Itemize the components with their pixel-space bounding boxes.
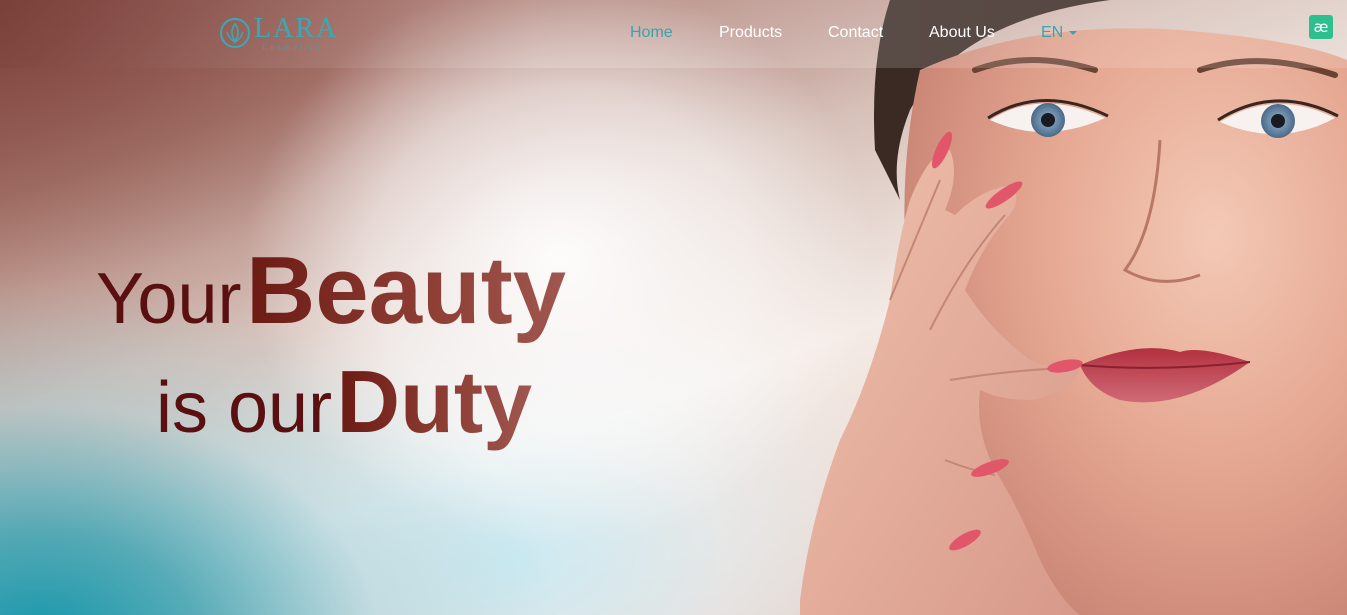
- headline-word-beauty: Beauty: [245, 237, 567, 344]
- hero-headline-line-2: is our Duty: [156, 352, 532, 478]
- nav-about-us-link[interactable]: About Us: [929, 24, 995, 42]
- logo-tagline: Cosmetics: [262, 42, 322, 52]
- top-navbar: LARA Cosmetics Home Products Contact Abo…: [0, 0, 1347, 68]
- brand-logo[interactable]: LARA Cosmetics: [218, 12, 348, 56]
- extension-icon[interactable]: æ: [1309, 15, 1333, 39]
- headline-word-your: Your: [96, 259, 242, 339]
- hero-banner: LARA Cosmetics Home Products Contact Abo…: [0, 0, 1347, 615]
- chevron-down-icon: [1069, 30, 1078, 35]
- language-label: EN: [1041, 24, 1064, 41]
- nav-products-link[interactable]: Products: [719, 24, 782, 42]
- nav-home-link[interactable]: Home: [630, 24, 673, 42]
- language-dropdown[interactable]: EN: [1041, 24, 1078, 42]
- headline-word-duty: Duty: [336, 352, 533, 451]
- model-portrait-image: [800, 0, 1347, 615]
- logo-wordmark: LARA: [254, 13, 339, 44]
- headline-words-is-our: is our: [156, 368, 333, 448]
- lotus-logo-icon: [220, 18, 250, 48]
- nav-contact-link[interactable]: Contact: [828, 24, 883, 42]
